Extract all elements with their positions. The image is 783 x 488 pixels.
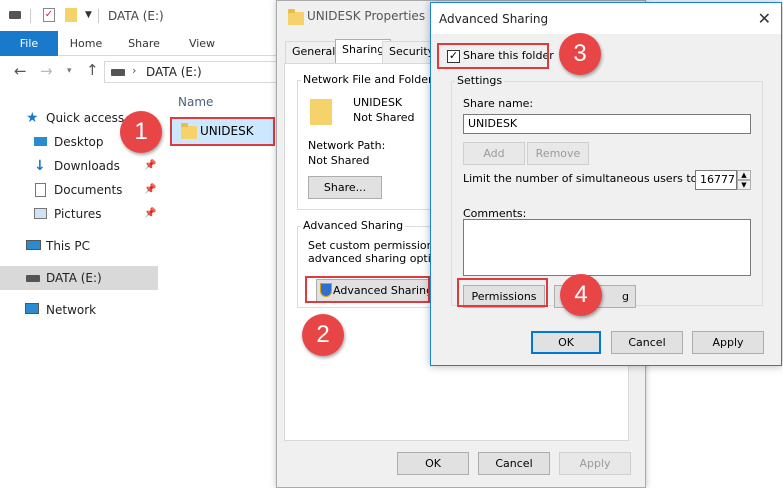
- pin-icon[interactable]: 📌: [144, 202, 156, 226]
- file-explorer-window: ✓ ▼ DATA (E:) File Home Share View ← → ▾…: [0, 0, 290, 488]
- apply-button[interactable]: Apply: [559, 452, 631, 475]
- nav-label: DATA (E:): [46, 271, 102, 285]
- quick-access-toolbar: ✓ ▼ DATA (E:): [0, 0, 290, 31]
- step-callout-3: 3: [559, 33, 601, 75]
- tab-general[interactable]: General: [285, 41, 343, 63]
- tab-view[interactable]: View: [180, 31, 224, 56]
- share-name-input[interactable]: UNIDESK: [463, 114, 751, 134]
- toolbar-divider: [30, 9, 31, 23]
- drive-icon: [26, 275, 40, 282]
- spin-down-icon[interactable]: ▼: [737, 180, 751, 190]
- dialog-titlebar: Advanced Sharing ✕: [431, 3, 781, 34]
- tab-share[interactable]: Share: [122, 31, 166, 56]
- drive-icon: [9, 11, 21, 19]
- tab-home[interactable]: Home: [64, 31, 108, 56]
- ok-button[interactable]: OK: [531, 331, 601, 354]
- up-arrow-icon[interactable]: ↑: [86, 61, 99, 79]
- nav-network[interactable]: Network: [0, 298, 158, 322]
- breadcrumb-chevron-icon[interactable]: ›: [132, 64, 136, 77]
- share-button[interactable]: Share...: [308, 176, 382, 199]
- highlight-box-folder: [170, 117, 275, 146]
- apply-button[interactable]: Apply: [692, 331, 764, 354]
- back-arrow-icon[interactable]: ←: [14, 62, 27, 80]
- group-label: Advanced Sharing: [301, 219, 406, 232]
- shared-folder-name: UNIDESK: [353, 96, 403, 109]
- folder-icon: [288, 9, 304, 25]
- step-callout-2: 2: [302, 314, 344, 356]
- settings-group: Settings Share name: UNIDESK Add Remove …: [451, 74, 763, 308]
- step-callout-1: 1: [120, 111, 162, 153]
- network-path-label: Network Path:: [308, 139, 386, 152]
- address-row: ← → ▾ ↑ › DATA (E:): [0, 57, 290, 87]
- new-folder-icon[interactable]: [65, 8, 77, 22]
- forward-arrow-icon[interactable]: →: [40, 62, 53, 80]
- highlight-box-share-checkbox: [437, 43, 549, 69]
- address-bar[interactable]: › DATA (E:): [104, 61, 290, 83]
- nav-data-drive[interactable]: DATA (E:): [0, 266, 158, 290]
- nav-label: This PC: [46, 239, 90, 253]
- network-icon: [25, 303, 39, 314]
- download-arrow-icon: ↓: [34, 158, 46, 174]
- step-callout-4: 4: [560, 274, 602, 316]
- pin-icon[interactable]: 📌: [144, 178, 156, 202]
- close-icon[interactable]: ✕: [758, 9, 771, 28]
- toolbar-divider: [98, 9, 99, 23]
- spin-up-icon[interactable]: ▲: [737, 170, 751, 180]
- user-limit-input[interactable]: 16777: [695, 170, 737, 190]
- customize-toolbar-icon[interactable]: ▼: [85, 10, 92, 20]
- computer-icon: [26, 240, 41, 250]
- cancel-button[interactable]: Cancel: [478, 452, 550, 475]
- nav-label: Pictures: [54, 207, 102, 221]
- nav-label: Documents: [54, 183, 123, 197]
- ok-button[interactable]: OK: [397, 452, 469, 475]
- nav-label: Network: [46, 303, 97, 317]
- ribbon-tabs: File Home Share View: [0, 31, 290, 56]
- pin-icon[interactable]: 📌: [144, 154, 156, 178]
- add-share-button[interactable]: Add: [463, 142, 525, 165]
- nav-label: Downloads: [54, 159, 120, 173]
- folder-icon: [310, 99, 332, 125]
- cancel-button[interactable]: Cancel: [611, 331, 683, 354]
- shared-folder-status: Not Shared: [353, 111, 415, 124]
- nav-pictures[interactable]: Pictures 📌: [0, 202, 158, 226]
- group-label: Settings: [455, 74, 505, 87]
- network-path-value: Not Shared: [308, 154, 370, 167]
- nav-documents[interactable]: Documents 📌: [0, 178, 158, 202]
- user-limit-label: Limit the number of simultaneous users t…: [463, 172, 702, 185]
- window-title: DATA (E:): [108, 9, 164, 23]
- nav-label: Quick access: [46, 111, 125, 125]
- address-path: DATA (E:): [146, 65, 202, 79]
- comments-textarea[interactable]: [463, 219, 751, 276]
- column-header-name[interactable]: Name: [178, 95, 213, 109]
- pictures-icon: [34, 208, 47, 219]
- nav-downloads[interactable]: ↓ Downloads 📌: [0, 154, 158, 178]
- navigation-pane: ★ Quick access Desktop 📌 ↓ Downloads 📌 D…: [0, 104, 158, 488]
- nav-label: Desktop: [54, 135, 104, 149]
- nav-this-pc[interactable]: This PC: [0, 234, 158, 258]
- properties-icon[interactable]: ✓: [43, 8, 55, 22]
- dialog-title: Advanced Sharing: [439, 12, 549, 26]
- highlight-box-advanced-sharing: [305, 276, 430, 303]
- highlight-box-permissions: [457, 278, 548, 307]
- document-icon: [35, 183, 46, 197]
- desktop-icon: [34, 137, 47, 146]
- advanced-sharing-description: advanced sharing options: [308, 252, 451, 265]
- dialog-title: UNIDESK Properties: [307, 9, 426, 23]
- recent-locations-icon[interactable]: ▾: [67, 66, 72, 76]
- star-icon: ★: [26, 110, 39, 126]
- tab-file[interactable]: File: [0, 31, 58, 56]
- drive-icon: [111, 69, 125, 76]
- share-name-label: Share name:: [463, 97, 534, 110]
- remove-share-button[interactable]: Remove: [527, 142, 589, 165]
